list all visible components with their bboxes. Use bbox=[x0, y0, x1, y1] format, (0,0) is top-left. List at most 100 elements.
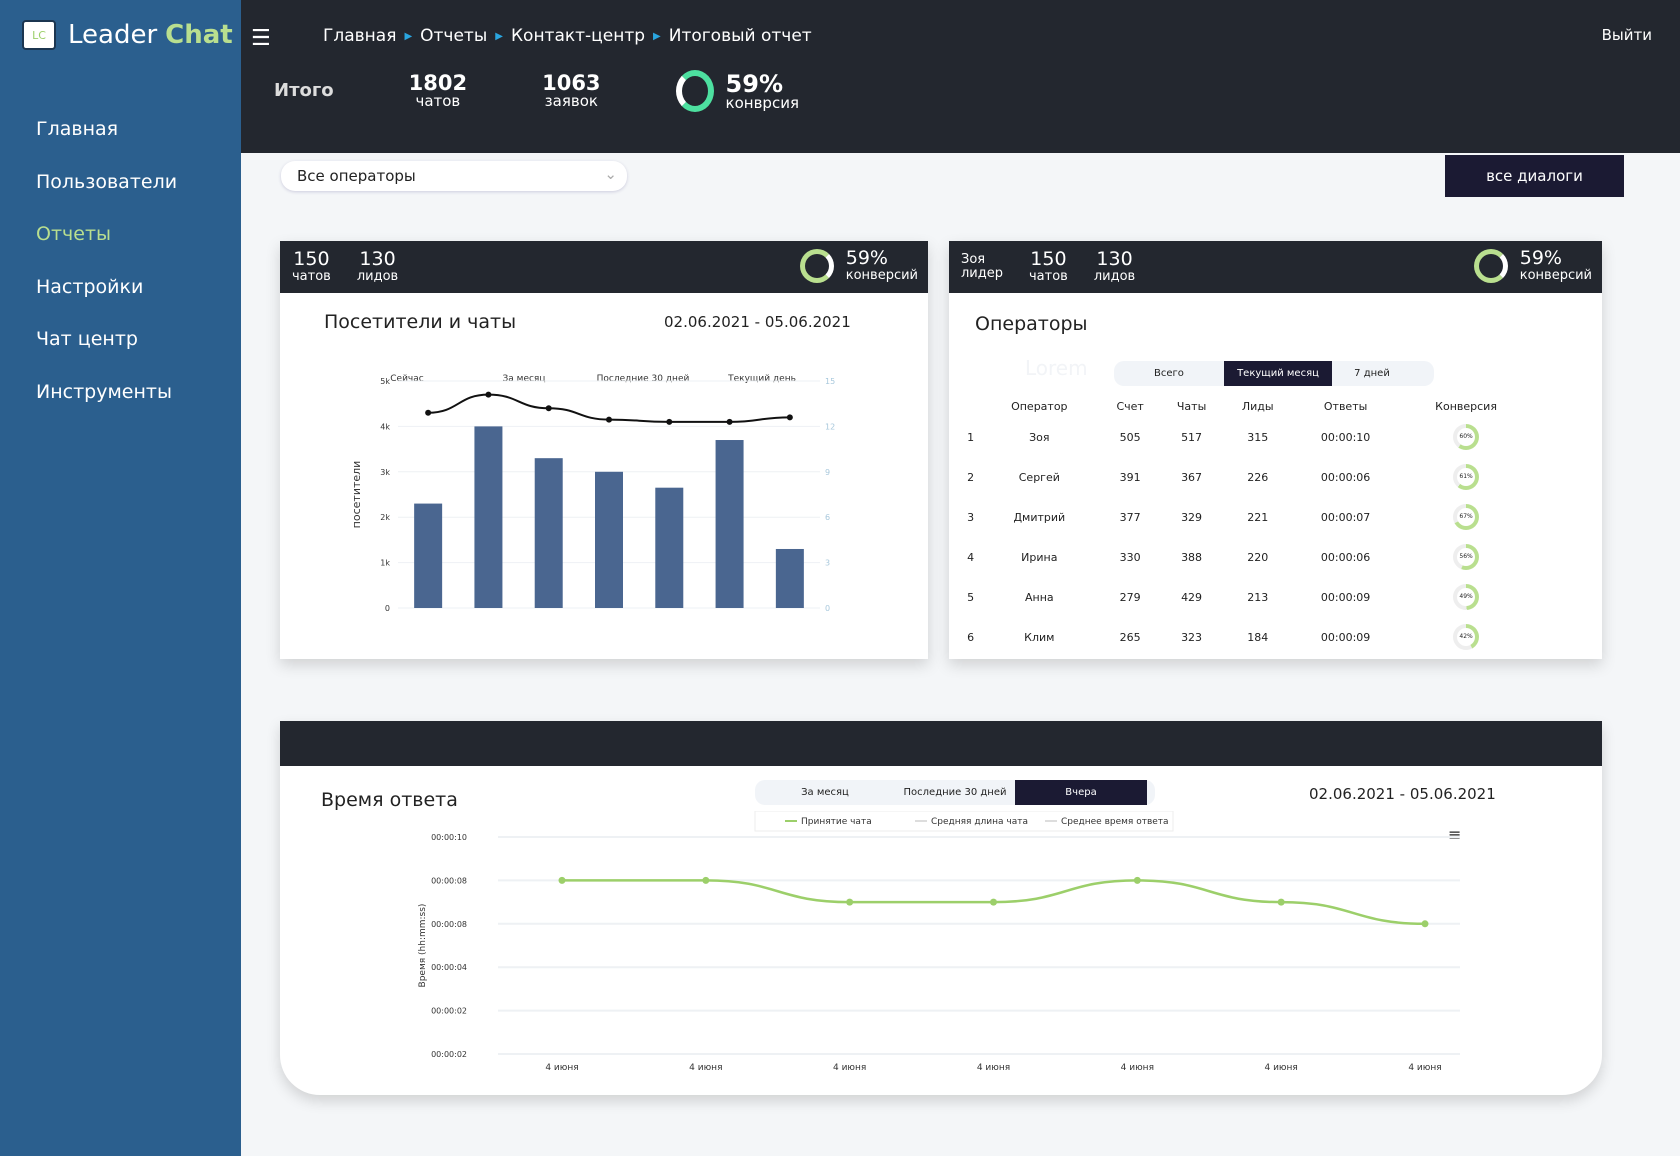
stat-chats: 1802 чатов bbox=[409, 73, 467, 109]
visitors-chart: Сейчас За месяц Последние 30 дней Текущий д… bbox=[350, 374, 835, 613]
cell: 388 bbox=[1181, 550, 1203, 564]
cell: 00:00:09 bbox=[1320, 630, 1371, 644]
cell: 505 bbox=[1119, 430, 1141, 444]
operator-name: Ирина bbox=[1021, 550, 1058, 564]
y2-tick-label: 12 bbox=[825, 422, 835, 431]
tab-7-days[interactable]: 7 дней bbox=[1332, 361, 1412, 386]
column-header[interactable] bbox=[963, 395, 978, 417]
date-from: 02.06.2021 bbox=[1309, 785, 1395, 803]
card-conversion: 59% конверсий bbox=[799, 248, 918, 283]
y-tick-label: 0 bbox=[385, 604, 390, 613]
date-range[interactable]: 02.06.2021 - 05.06.2021 bbox=[1309, 785, 1496, 803]
stat-label: чатов bbox=[415, 92, 461, 110]
response-time-card: Время ответа За месяц Последние 30 дней … bbox=[280, 721, 1602, 1095]
column-header[interactable]: Счет bbox=[1100, 395, 1159, 417]
tab-yesterday[interactable]: Вчера bbox=[1015, 780, 1147, 805]
cell: 279 bbox=[1119, 590, 1141, 604]
table-row[interactable]: 1 Зоя 505 517 315 00:00:10 60% bbox=[963, 417, 1533, 457]
bar bbox=[775, 548, 804, 608]
cell: 330 bbox=[1119, 550, 1141, 564]
sidebar-item-home[interactable]: Главная bbox=[36, 118, 177, 171]
y2-tick-label: 0 bbox=[825, 604, 830, 613]
column-header[interactable]: Лиды bbox=[1223, 395, 1292, 417]
x-tick-label: 4 июня bbox=[833, 1063, 866, 1073]
card-header: 150 чатов 130 лидов 59% конверсий bbox=[280, 241, 928, 293]
cell: 377 bbox=[1119, 510, 1141, 524]
line-point bbox=[846, 898, 854, 906]
visitors-card: 150 чатов 130 лидов 59% конверсий Посетител… bbox=[280, 241, 928, 659]
y-tick-label: 00:00:08 bbox=[431, 920, 467, 929]
line-point bbox=[545, 405, 552, 412]
cell: 213 bbox=[1247, 590, 1269, 604]
cell: 329 bbox=[1181, 510, 1203, 524]
y2-tick-label: 6 bbox=[825, 513, 830, 522]
card-header: Зоя лидер 150 чатов 130 лидов 59% конверсий bbox=[949, 241, 1602, 293]
conversion-ring-icon bbox=[675, 70, 714, 112]
cell: 391 bbox=[1119, 470, 1141, 484]
cell: 221 bbox=[1247, 510, 1269, 524]
tab-month[interactable]: За месяц bbox=[755, 780, 895, 805]
app-name-accent: Chat bbox=[165, 20, 233, 50]
operator-name: Зоя bbox=[1029, 430, 1050, 444]
card-stat-chats: 150 чатов bbox=[292, 249, 331, 284]
y2-tick-label: 3 bbox=[825, 559, 830, 568]
cell: 517 bbox=[1181, 430, 1203, 444]
all-dialogs-button[interactable]: все диалоги bbox=[1445, 155, 1624, 197]
column-header[interactable]: Конверсия bbox=[1399, 395, 1533, 417]
breadcrumb: Главная ▶ Отчеты ▶ Контакт-центр ▶ Итоговый… bbox=[323, 26, 812, 46]
column-header[interactable]: Ответы bbox=[1292, 395, 1399, 417]
sidebar-item-users[interactable]: Пользователи bbox=[36, 171, 177, 224]
y-tick-label: 00:00:08 bbox=[431, 876, 467, 885]
operator-name: Анна bbox=[1024, 590, 1054, 604]
logo[interactable]: LC Leader Chat bbox=[22, 20, 233, 50]
tab-all[interactable]: Всего bbox=[1114, 361, 1224, 386]
card-header bbox=[280, 721, 1602, 766]
operator-select-value: Все операторы bbox=[297, 167, 416, 185]
x-tick-label: 4 июня bbox=[1408, 1063, 1441, 1073]
response-period-tabs: За месяц Последние 30 дней Вчера bbox=[755, 780, 1155, 805]
conversion-ring: 42% bbox=[1399, 617, 1533, 657]
column-header[interactable]: Чаты bbox=[1160, 395, 1224, 417]
stat-label: лидов bbox=[356, 269, 399, 285]
cell: 00:00:06 bbox=[1320, 470, 1371, 484]
card-stat-chats: 150 чатов bbox=[1029, 249, 1068, 284]
card-title: Время ответа bbox=[321, 789, 458, 811]
table-row[interactable]: 3 Дмитрий 377 329 221 00:00:07 67% bbox=[963, 497, 1533, 537]
breadcrumb-reports[interactable]: Отчеты bbox=[420, 26, 487, 46]
card-stat-leads: 130 лидов bbox=[1094, 249, 1135, 284]
sidebar-item-chat-center[interactable]: Чат центр bbox=[36, 328, 177, 381]
breadcrumb-contact-center[interactable]: Контакт-центр bbox=[511, 26, 645, 46]
table-row[interactable]: 4 Ирина 330 388 220 00:00:06 56% bbox=[963, 537, 1533, 577]
period-tab: Сейчас bbox=[390, 374, 424, 384]
ghost-text: Lorem bbox=[1025, 356, 1088, 380]
sidebar-item-tools[interactable]: Инструменты bbox=[36, 381, 177, 434]
y-tick-label: 00:00:02 bbox=[431, 1050, 467, 1059]
cell: 184 bbox=[1247, 630, 1269, 644]
logout-link[interactable]: Выйти bbox=[1602, 26, 1652, 44]
card-stat-leads: 130 лидов bbox=[356, 249, 399, 285]
conversion-ring-icon bbox=[1473, 249, 1508, 283]
line-point bbox=[485, 391, 492, 398]
sidebar-item-reports[interactable]: Отчеты bbox=[36, 223, 177, 276]
y-tick-label: 5k bbox=[380, 377, 390, 386]
cell: 00:00:09 bbox=[1320, 590, 1371, 604]
tab-current-month[interactable]: Текущий месяц bbox=[1224, 361, 1332, 386]
stat-conversion: 59% конврсия bbox=[726, 72, 799, 111]
bar bbox=[715, 440, 744, 608]
y-axis-label: Время (hh:mm:ss) bbox=[418, 904, 428, 988]
tab-last-30-days[interactable]: Последние 30 дней bbox=[895, 780, 1015, 805]
table-row[interactable]: 2 Сергей 391 367 226 00:00:06 61% bbox=[963, 457, 1533, 497]
leader-label: лидер bbox=[961, 266, 1003, 281]
leader-name: Зоя bbox=[961, 252, 986, 268]
table-row[interactable]: 5 Анна 279 429 213 00:00:09 49% bbox=[963, 577, 1533, 617]
table-row[interactable]: 6 Клим 265 323 184 00:00:09 42% bbox=[963, 617, 1533, 657]
cell: 429 bbox=[1181, 590, 1203, 604]
period-tab: Последние 30 дней bbox=[597, 374, 690, 384]
operator-select[interactable]: Все операторы ⌄ bbox=[281, 161, 627, 191]
stat-requests: 1063 заявок bbox=[542, 73, 600, 109]
column-header[interactable]: Оператор bbox=[978, 395, 1100, 417]
sidebar-item-settings[interactable]: Настройки bbox=[36, 276, 177, 329]
menu-list-icon[interactable]: ☰ bbox=[251, 26, 271, 51]
breadcrumb-home[interactable]: Главная bbox=[323, 26, 396, 46]
date-sep: - bbox=[1399, 785, 1406, 803]
